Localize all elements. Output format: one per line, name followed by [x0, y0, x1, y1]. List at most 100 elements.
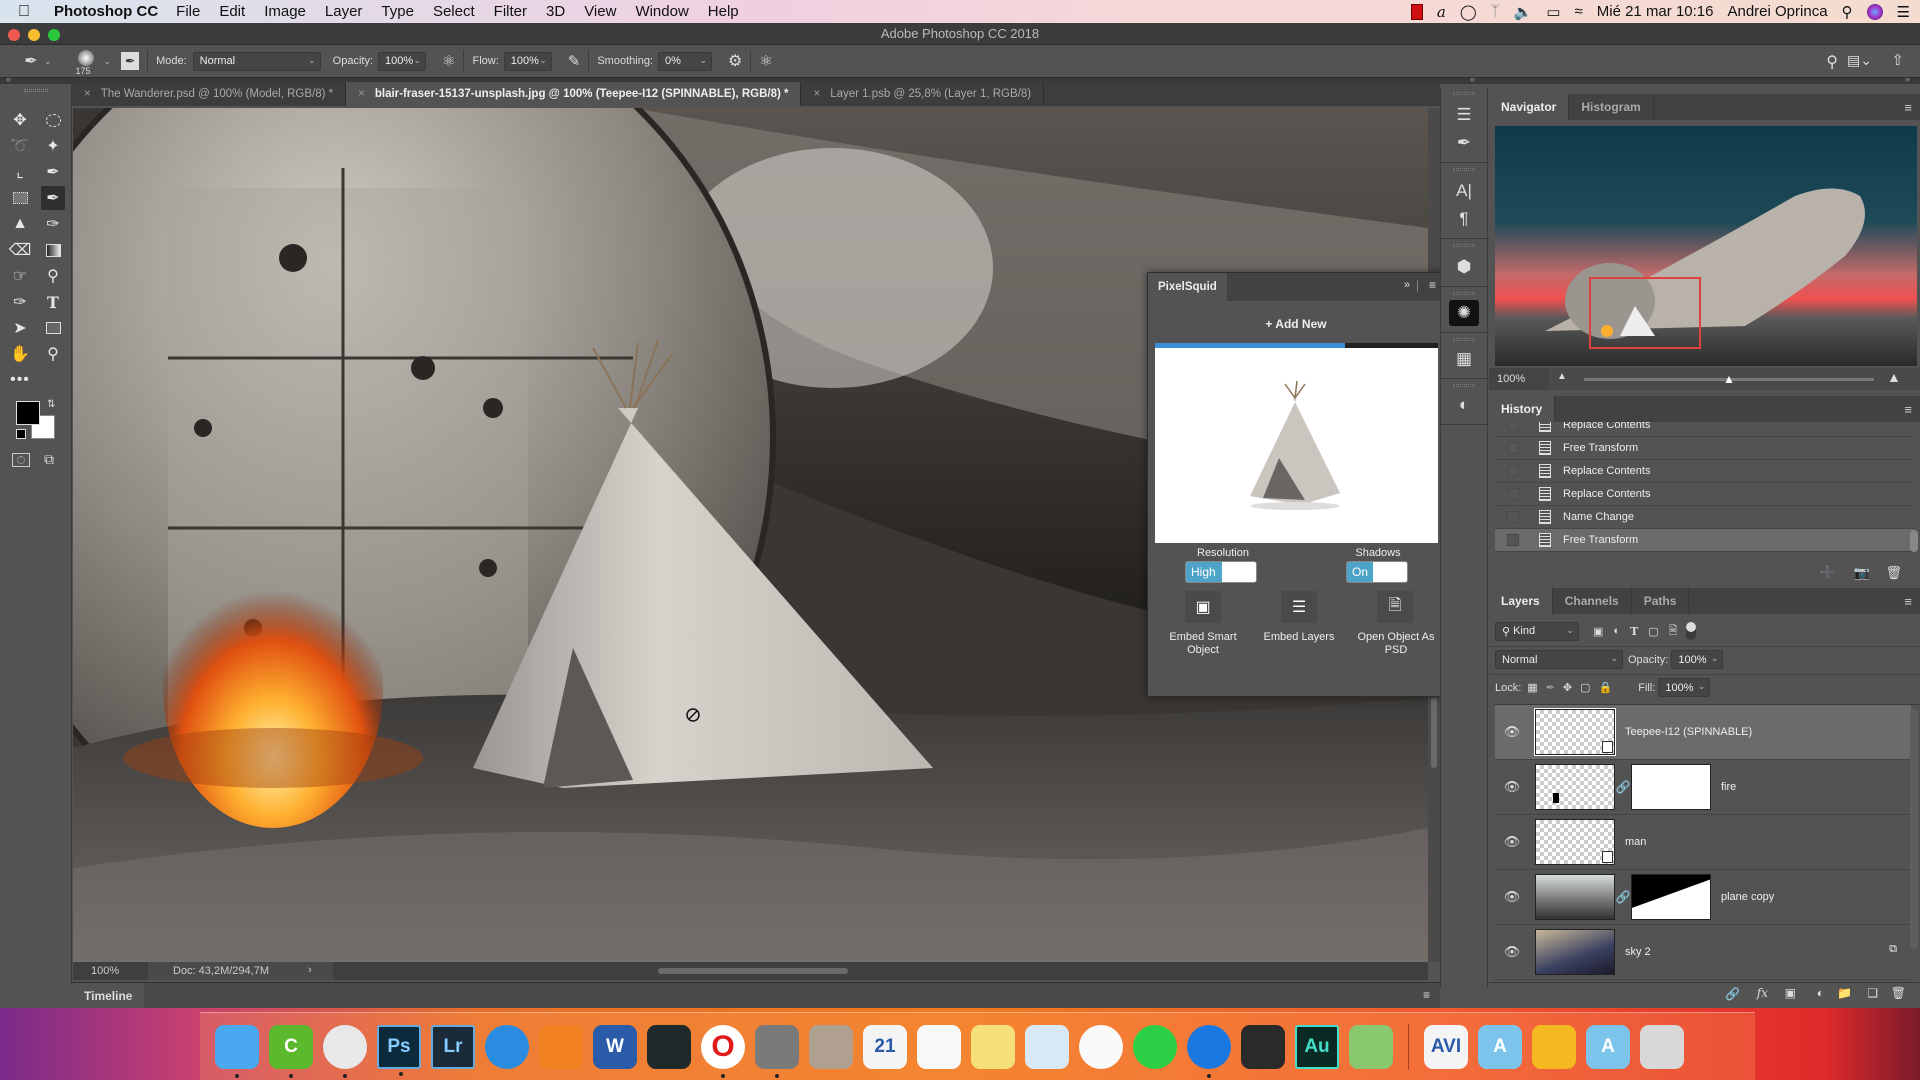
- history-item[interactable]: Free Transform: [1495, 437, 1915, 460]
- layer-thumbnail[interactable]: [1534, 708, 1616, 756]
- dodge-tool-icon[interactable]: ⚲: [41, 264, 65, 288]
- slider-thumb-icon[interactable]: ▲: [1723, 372, 1735, 386]
- shadows-toggle[interactable]: On: [1346, 561, 1408, 583]
- path-selection-tool-icon[interactable]: ➤: [8, 316, 32, 340]
- crop-tool-icon[interactable]: ⌞: [8, 160, 32, 184]
- dock-app-lightroom[interactable]: Lr: [431, 1024, 475, 1069]
- screen-mode-icon[interactable]: ⧉: [44, 451, 54, 468]
- zoom-level[interactable]: 100%: [91, 965, 119, 977]
- layer-row[interactable]: 👁 🔗 fire: [1495, 760, 1911, 815]
- trash-icon[interactable]: 🗑: [1885, 565, 1902, 581]
- pressure-opacity-icon[interactable]: ⚛: [442, 52, 455, 70]
- menu-image[interactable]: Image: [264, 3, 306, 20]
- opacity-input[interactable]: 100% ⌄: [378, 51, 427, 71]
- hand-tool-icon[interactable]: ✋: [8, 342, 32, 366]
- doc-tab-blair-fraser[interactable]: × blair-fraser-15137-unsplash.jpg @ 100% …: [346, 82, 802, 106]
- eye-visibility-icon[interactable]: 👁: [1495, 889, 1529, 905]
- history-item[interactable]: Replace Contents: [1495, 483, 1915, 506]
- layer-thumbnail[interactable]: [1535, 764, 1615, 810]
- fx-icon[interactable]: fx: [1757, 986, 1768, 1000]
- magic-wand-tool-icon[interactable]: ✦: [41, 134, 65, 158]
- history-item-selected[interactable]: Free Transform: [1495, 529, 1915, 552]
- 3d-cube-icon[interactable]: ⬢: [1449, 254, 1479, 280]
- clone-stamp-tool-icon[interactable]: ▲: [8, 212, 32, 236]
- dock-item-trash[interactable]: [1640, 1024, 1684, 1069]
- swap-colors-icon[interactable]: ⇅: [47, 399, 55, 410]
- dock-app-calculator[interactable]: [809, 1024, 853, 1069]
- clock[interactable]: Mié 21 mar 10:16: [1597, 3, 1714, 20]
- share-icon[interactable]: ⇧: [1891, 51, 1904, 69]
- layer-kind-filter[interactable]: ⚲ Kind ⌄: [1495, 621, 1579, 641]
- horizontal-scroll-thumb[interactable]: [658, 968, 848, 974]
- brush-size-picker[interactable]: 175: [72, 45, 104, 78]
- embed-smart-object-button[interactable]: Embed Smart Object: [1158, 631, 1248, 657]
- dock-app-activity-monitor[interactable]: [647, 1024, 691, 1069]
- shape-layer-filter-icon[interactable]: ▢: [1648, 625, 1658, 638]
- spotlight-search-icon[interactable]: ⚲: [1842, 3, 1853, 21]
- blend-mode-dropdown[interactable]: Normal ⌄: [1495, 650, 1623, 669]
- tab-navigator[interactable]: Navigator: [1489, 94, 1570, 120]
- 3d-materials-icon[interactable]: ▦: [1449, 346, 1479, 372]
- brush-tool-icon[interactable]: ✒: [41, 186, 65, 210]
- filter-toggle[interactable]: [1685, 622, 1696, 640]
- eyedropper-tool-icon[interactable]: ✒: [41, 160, 65, 184]
- dock-app-preview[interactable]: [1025, 1024, 1069, 1069]
- toolbar-grip[interactable]: [24, 89, 48, 92]
- dock-app-photoshop[interactable]: Ps: [377, 1024, 421, 1076]
- dock-item-drive[interactable]: [1532, 1024, 1576, 1069]
- dock-app-finder[interactable]: [215, 1024, 259, 1078]
- dock-app-system-preferences[interactable]: [755, 1024, 799, 1078]
- dock-app-notes[interactable]: [971, 1024, 1015, 1069]
- dock-item-applications-folder[interactable]: A: [1478, 1024, 1522, 1069]
- dock-app-opera[interactable]: O: [701, 1024, 745, 1078]
- menu-3d[interactable]: 3D: [546, 3, 565, 20]
- history-checkbox[interactable]: [1507, 488, 1519, 500]
- panel-menu-icon[interactable]: ≡: [1904, 402, 1912, 417]
- navigator-zoom-value[interactable]: 100%: [1497, 373, 1525, 385]
- lock-image-icon[interactable]: ✒: [1546, 681, 1555, 694]
- brush-settings-panel-icon[interactable]: ✒: [121, 52, 140, 70]
- airbrush-icon[interactable]: ✎: [568, 52, 581, 70]
- brush-tool-preset-icon[interactable]: ✒: [18, 51, 44, 71]
- menu-help[interactable]: Help: [708, 3, 739, 20]
- adjustment-layer-filter-icon[interactable]: ◐: [1613, 625, 1620, 637]
- resolution-toggle[interactable]: High: [1185, 561, 1257, 583]
- edit-toolbar-icon[interactable]: •••: [8, 368, 32, 392]
- frame-tool-icon[interactable]: [8, 186, 32, 210]
- doc-tab-layer1-psb[interactable]: × Layer 1.psb @ 25,8% (Layer 1, RGB/8): [801, 82, 1045, 106]
- dock-app-word[interactable]: W: [593, 1024, 637, 1069]
- new-document-from-state-icon[interactable]: ➕: [1820, 565, 1836, 581]
- tab-channels[interactable]: Channels: [1553, 588, 1632, 614]
- expand-panels-icon[interactable]: »: [1905, 74, 1910, 84]
- dock-app-final-cut-pro[interactable]: [1241, 1024, 1285, 1069]
- type-layer-filter-icon[interactable]: T: [1630, 625, 1638, 638]
- smart-object-filter-icon[interactable]: 🗎: [1669, 622, 1678, 641]
- brush-settings-icon[interactable]: ☰: [1449, 102, 1479, 128]
- close-tab-icon[interactable]: ×: [358, 88, 365, 100]
- tab-histogram[interactable]: Histogram: [1569, 94, 1654, 120]
- adjustment-layer-icon[interactable]: ◐: [1817, 986, 1824, 1000]
- layer-thumbnail[interactable]: [1535, 929, 1615, 975]
- mask-link-icon[interactable]: 🔗: [1615, 780, 1631, 794]
- history-checkbox[interactable]: [1507, 465, 1519, 477]
- panel-group-grip[interactable]: [1453, 92, 1475, 95]
- trash-icon[interactable]: 🗑: [1891, 986, 1906, 1000]
- smoothing-input[interactable]: 0% ⌄: [658, 51, 712, 71]
- pixel-layer-filter-icon[interactable]: ▣: [1593, 625, 1603, 638]
- history-item[interactable]: Replace Contents: [1495, 460, 1915, 483]
- pressure-size-icon[interactable]: ⚛: [759, 52, 772, 70]
- layer-thumbnail[interactable]: [1535, 874, 1615, 920]
- layer-mask-thumbnail[interactable]: [1631, 874, 1711, 920]
- search-icon[interactable]: ⚲: [1826, 52, 1838, 72]
- layer-name[interactable]: man: [1625, 836, 1646, 848]
- layer-name[interactable]: sky 2: [1625, 946, 1651, 958]
- mask-link-icon[interactable]: 🔗: [1615, 890, 1631, 904]
- doc-size[interactable]: Doc: 43,2M/294,7M: [173, 965, 269, 977]
- dock-item-avi-file[interactable]: AVI: [1424, 1024, 1468, 1069]
- apple-menu-icon[interactable]: : [18, 3, 38, 21]
- lasso-tool-icon[interactable]: ➰: [8, 134, 32, 158]
- menu-window[interactable]: Window: [635, 3, 688, 20]
- layer-name[interactable]: Teepee-I12 (SPINNABLE): [1625, 726, 1752, 738]
- layer-opacity-input[interactable]: 100% ⌄: [1671, 650, 1724, 669]
- dock-app-whatsapp[interactable]: [1133, 1024, 1177, 1069]
